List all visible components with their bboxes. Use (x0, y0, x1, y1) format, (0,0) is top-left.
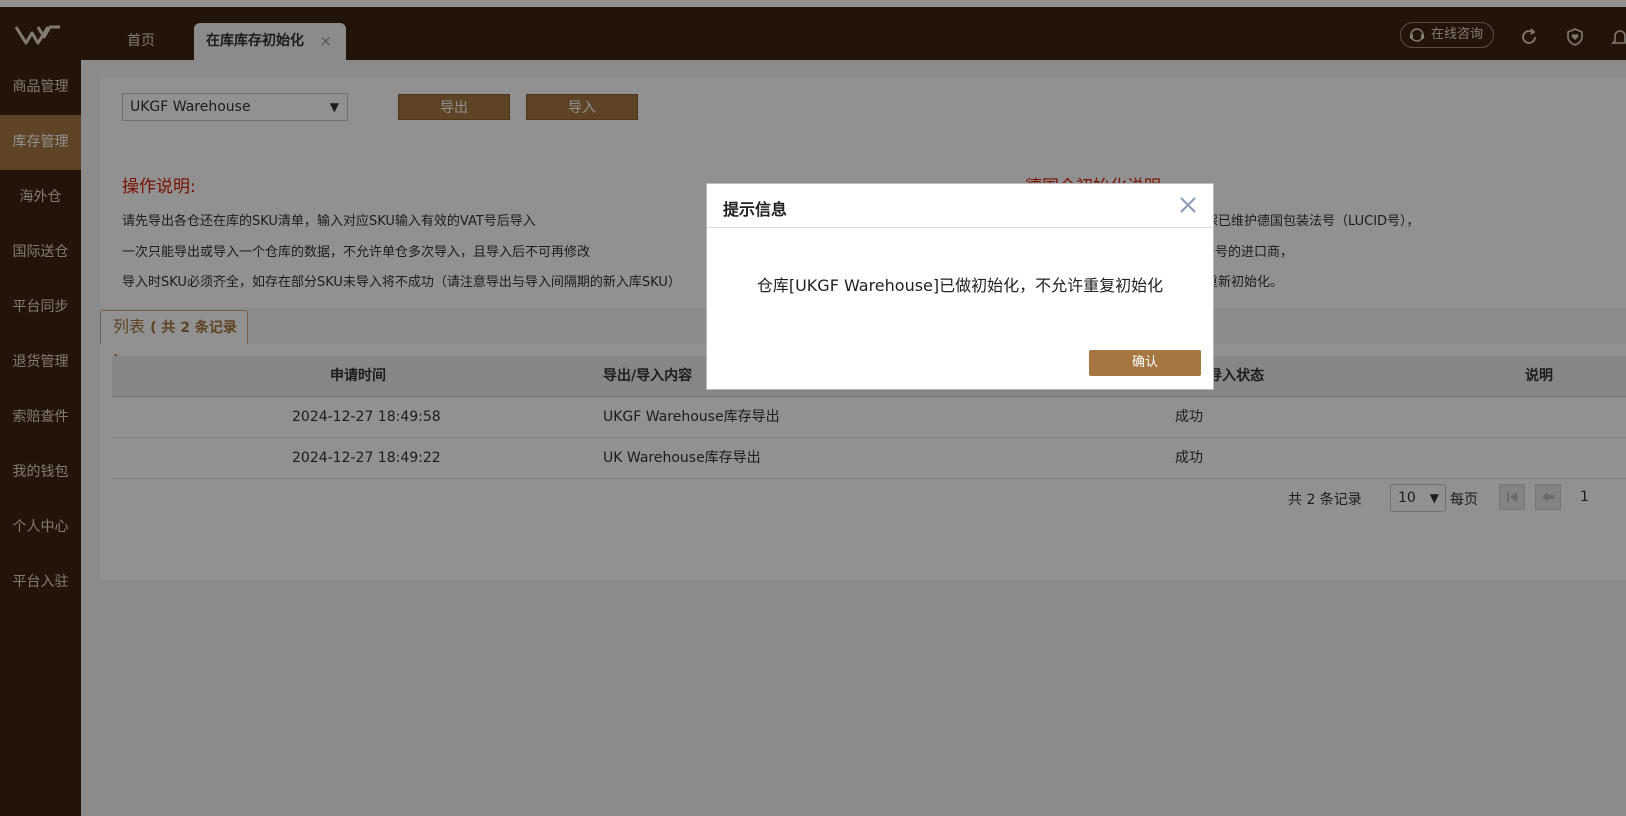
confirm-button[interactable]: 确认 (1089, 350, 1201, 376)
dialog-message: 仓库[UKGF Warehouse]已做初始化，不允许重复初始化 (756, 276, 1164, 295)
modal-overlay[interactable]: 提示信息 仓库[UKGF Warehouse]已做初始化，不允许重复初始化 确认 (0, 0, 1626, 816)
dialog-divider (707, 227, 1213, 228)
info-dialog: 提示信息 仓库[UKGF Warehouse]已做初始化，不允许重复初始化 确认 (706, 183, 1214, 390)
dialog-title: 提示信息 (723, 200, 788, 219)
close-icon[interactable] (1177, 194, 1199, 216)
